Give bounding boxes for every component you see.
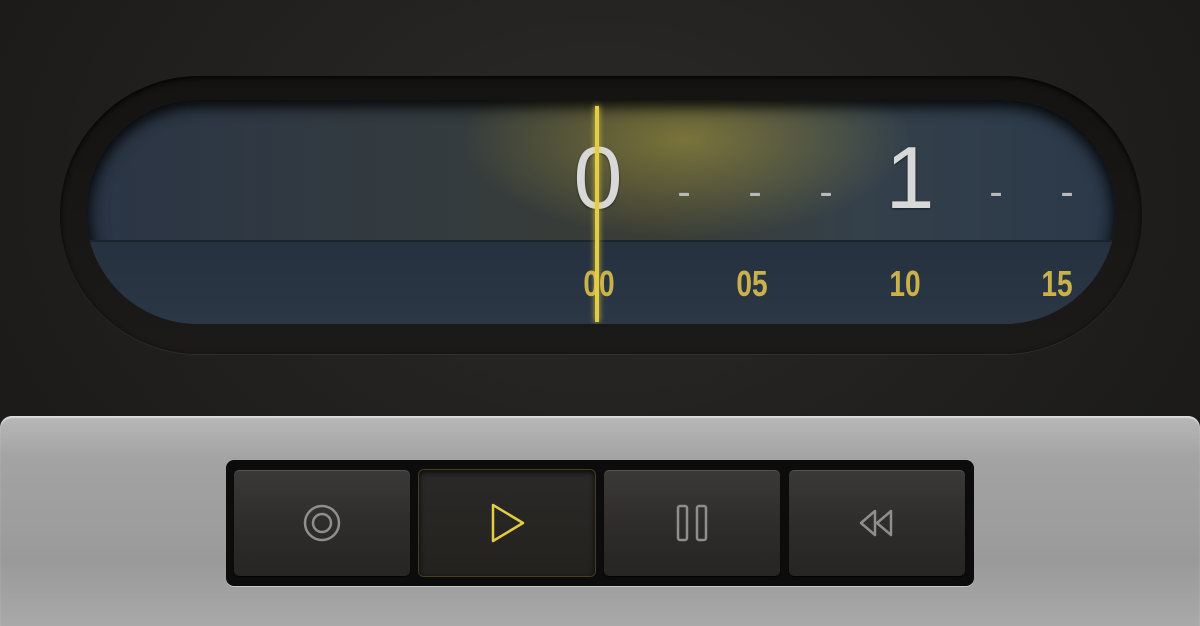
second-label: 00: [583, 263, 615, 304]
playhead[interactable]: [595, 106, 599, 322]
timeline-display[interactable]: 0 - - - 1 - - 00 05 10 15: [86, 100, 1116, 324]
second-label: 15: [1041, 263, 1073, 304]
record-icon: [303, 504, 341, 542]
second-markers: 00 05 10 15: [86, 100, 1116, 324]
pause-icon: [676, 504, 708, 542]
play-icon: [491, 503, 525, 543]
pause-button[interactable]: [604, 470, 780, 576]
rewind-button[interactable]: [789, 470, 965, 576]
second-label: 05: [736, 263, 768, 304]
second-label: 10: [889, 263, 921, 304]
rewind-icon: [859, 509, 893, 537]
play-button[interactable]: [419, 470, 595, 576]
record-button[interactable]: [234, 470, 410, 576]
